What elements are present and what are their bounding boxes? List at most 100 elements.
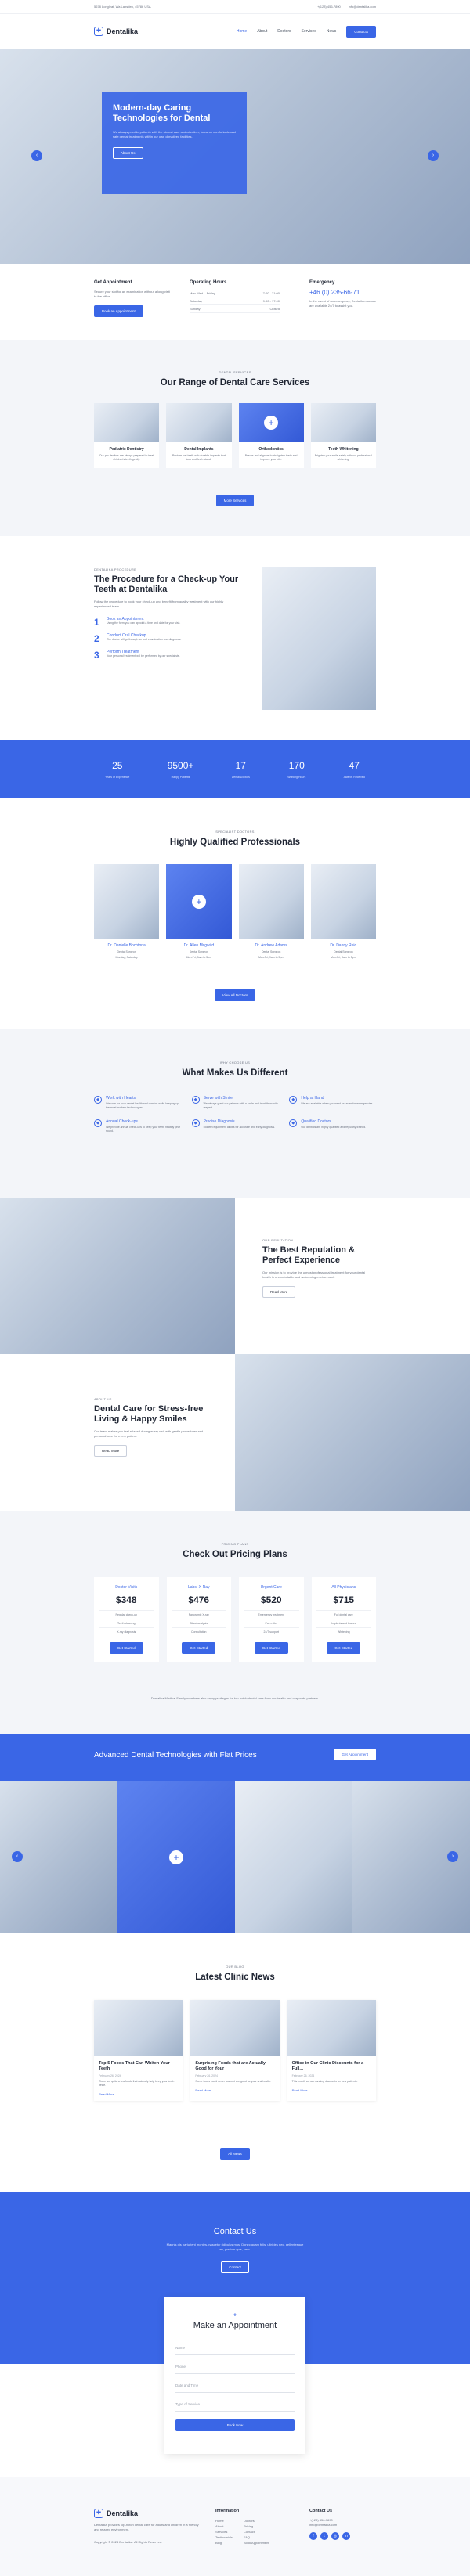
brand-logo[interactable]: ✚ Dentalika (94, 27, 138, 36)
footer-link[interactable]: About (215, 2524, 233, 2529)
read-more-button[interactable]: Read More (262, 1286, 296, 1298)
footer-email[interactable]: info@dentalika.com (309, 2523, 380, 2527)
section-title: Check Out Pricing Plans (183, 1550, 287, 1559)
service-field[interactable]: Type of Service (175, 2398, 295, 2412)
service-image (94, 403, 160, 442)
footer-link[interactable]: Blog (215, 2540, 233, 2545)
more-services-button[interactable]: More Services (215, 495, 255, 506)
feature-text: Our dentists are highly qualified and re… (301, 1126, 367, 1129)
prev-slide-icon[interactable]: ‹ (31, 150, 42, 161)
book-appointment-button[interactable]: Book an Appointment (94, 305, 143, 317)
news-text: There are quite a few foods that natural… (99, 2080, 175, 2087)
service-card[interactable]: Teeth Whitening Brighten your smile safel… (310, 403, 376, 468)
read-more-link[interactable]: Read More (99, 2092, 178, 2096)
footer-link[interactable]: Home (215, 2518, 233, 2524)
info-title: Get Appointment (94, 280, 132, 285)
doctor-card[interactable]: + Dr. Allen Mcgwird Dental Surgeon Mon-Fri,… (166, 864, 232, 959)
plus-icon[interactable]: + (191, 894, 206, 909)
view-all-doctors-button[interactable]: View All Doctors (214, 989, 256, 1001)
doctor-card[interactable]: Dr. Danny Reid Dental Surgeon Mon-Fri, 9am… (310, 864, 376, 959)
dentist-photo (262, 567, 376, 710)
contacts-button[interactable]: Contacts (346, 25, 376, 38)
footer-link[interactable]: Contact (244, 2529, 269, 2535)
news-card[interactable]: Surprising Foods that are Actually Good … (190, 2000, 280, 2101)
get-started-button[interactable]: Get Started (109, 1642, 143, 1654)
footer-link[interactable]: Doctors (244, 2518, 269, 2524)
name-field[interactable]: Name (175, 2341, 295, 2355)
service-text: Braces and aligners to straighten teeth … (244, 454, 298, 461)
service-card[interactable]: + Orthodontics Braces and aligners to stra… (238, 403, 304, 468)
plan-feature: Implants and braces (316, 1619, 371, 1627)
plan-price: $520 (260, 1594, 282, 1605)
contact-button[interactable]: Contact (221, 2261, 249, 2273)
read-more-button[interactable]: Read More (94, 1445, 128, 1457)
get-started-button[interactable]: Get Started (254, 1642, 288, 1654)
nav-news[interactable]: News (327, 29, 337, 34)
phone-field[interactable]: Phone (175, 2360, 295, 2374)
doctor-name: Dr. Danielle Bochtoria (107, 943, 146, 948)
news-card[interactable]: Office in Our Clinic Discounts for a Ful… (287, 2000, 376, 2101)
facebook-icon[interactable]: f (309, 2532, 317, 2540)
gallery: + ‹ › (0, 1781, 470, 1933)
email-link[interactable]: info@dentalika.com (349, 5, 376, 9)
book-now-button[interactable]: Book Now (175, 2419, 295, 2431)
doctor-role: Dental Surgeon (117, 950, 136, 953)
why-section: WHY CHOOSE US What Makes Us Different ◆ W… (0, 1029, 470, 1198)
plus-icon[interactable]: + (169, 1850, 183, 1864)
top-bar: 5678 Longleaf, Wa Lansden, 45786 USA +(1… (0, 0, 470, 14)
feature-body: Help at Hand We are available when you ne… (301, 1096, 373, 1110)
nav-doctors[interactable]: Doctors (277, 29, 291, 34)
plan-price: $348 (115, 1594, 137, 1605)
emergency-phone[interactable]: +46 (0) 235-66-71 (309, 289, 380, 296)
team-section: SPECIALIST DOCTORS Highly Qualified Prof… (0, 798, 470, 1029)
prev-gallery-icon[interactable]: ‹ (12, 1851, 23, 1862)
twitter-icon[interactable]: t (320, 2532, 328, 2540)
service-image (310, 403, 376, 442)
phone-link[interactable]: +(123) 456-7890 (317, 5, 341, 9)
footer-link[interactable]: Testimonials (215, 2535, 233, 2540)
news-card[interactable]: Top 5 Foods That Can Whiten Your Teeth Fe… (94, 2000, 183, 2101)
feature-title: Serve with Smile (203, 1096, 233, 1101)
service-card[interactable]: Dental Implants Restore lost teeth with d… (166, 403, 232, 468)
plan-feature: Whitening (316, 1627, 371, 1636)
pricing-section: PRICING PLANS Check Out Pricing Plans Do… (0, 1511, 470, 1734)
all-news-button[interactable]: All News (220, 2148, 250, 2160)
footer-link[interactable]: Pricing (244, 2524, 269, 2529)
read-more-link[interactable]: Read More (292, 2088, 371, 2092)
get-appointment-button[interactable]: Get Appointment (334, 1749, 376, 1760)
footer-link[interactable]: Services (215, 2529, 233, 2535)
get-started-button[interactable]: Get Started (182, 1642, 216, 1654)
reputation-section: OUR REPUTATION The Best Reputation & Per… (0, 1198, 470, 1354)
next-slide-icon[interactable]: › (428, 150, 439, 161)
footer-link[interactable]: Book Appointment (244, 2540, 269, 2545)
service-card[interactable]: Pediatric Dentistry Our pro dentists are … (94, 403, 160, 468)
plan-feature: Teeth cleaning (99, 1619, 154, 1627)
footer-link[interactable]: FAQ (244, 2535, 269, 2540)
pricing-card: Doctor Visits $348 Regular check-up Teeth c… (94, 1577, 159, 1662)
gallery-image[interactable]: + (118, 1781, 235, 1933)
nav-services[interactable]: Services (302, 29, 316, 34)
about-us-button[interactable]: About Us (113, 147, 143, 159)
get-started-button[interactable]: Get Started (327, 1642, 361, 1654)
step-text: The doctor will go through an oral exami… (107, 638, 182, 641)
section-title: Our Range of Dental Care Services (160, 378, 310, 387)
next-gallery-icon[interactable]: › (447, 1851, 458, 1862)
instagram-icon[interactable]: ◎ (331, 2532, 339, 2540)
doctor-card[interactable]: Dr. Danielle Bochtoria Dental Surgeon Mond… (94, 864, 160, 959)
linkedin-icon[interactable]: in (342, 2532, 350, 2540)
datetime-field[interactable]: Date and Time (175, 2379, 295, 2393)
footer: ✚ Dentalika Dentalika provides top-notch … (0, 2477, 470, 2576)
feature-title: Work with Hearts (106, 1096, 136, 1101)
hours-time: 9:00 - 17:00 (262, 299, 280, 303)
gallery-image[interactable] (235, 1781, 352, 1933)
calendar-icon: ◆ (94, 1119, 102, 1127)
nav-home[interactable]: Home (237, 29, 247, 34)
read-more-link[interactable]: Read More (195, 2088, 274, 2092)
section-kicker: WHY CHOOSE US (219, 1061, 251, 1065)
nav-about[interactable]: About (257, 29, 267, 34)
hero-text: We always provide patients with the utmo… (113, 130, 236, 139)
pricing-note: Dentalika Medical Family members also en… (150, 1696, 320, 1700)
footer-logo[interactable]: ✚ Dentalika (94, 2509, 204, 2518)
doctor-card[interactable]: Dr. Andrew Adams Dental Surgeon Mon-Fri, 9… (238, 864, 304, 959)
plus-icon[interactable]: + (264, 416, 279, 430)
